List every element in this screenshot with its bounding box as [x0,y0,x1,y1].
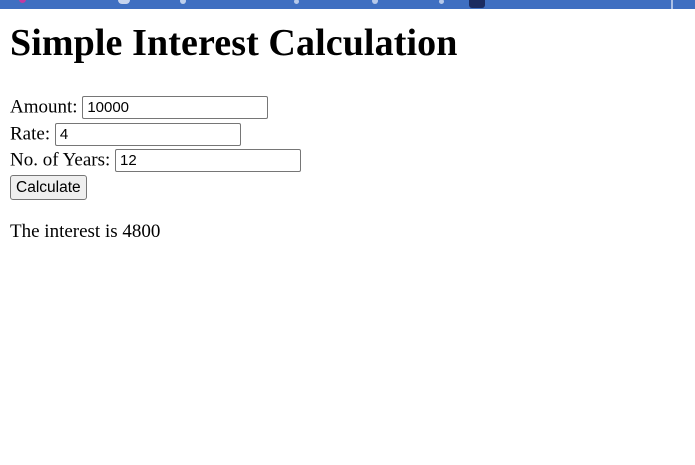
browser-chrome-strip [0,0,695,9]
rate-input[interactable] [54,122,241,146]
years-input[interactable] [115,149,302,173]
result-text: The interest is 4800 [10,220,161,242]
rate-label: Rate: [10,122,51,144]
years-row: No. of Years: [10,147,457,174]
amount-input[interactable] [82,96,269,120]
browser-app-icon [19,0,26,3]
browser-toolbar-icon [439,0,444,4]
rate-row: Rate: [10,121,457,148]
page-content: Simple Interest Calculation Amount: Rate… [10,20,457,244]
interest-form: Amount: Rate: No. of Years: Calculate [10,94,457,200]
page-title: Simple Interest Calculation [10,22,458,64]
button-row: Calculate [10,174,457,200]
calculate-button[interactable]: Calculate [10,175,87,200]
amount-row: Amount: [10,94,457,121]
browser-divider [671,0,673,9]
browser-tab-icon [118,0,130,4]
browser-toolbar-icon [180,0,186,4]
amount-label: Amount: [10,96,78,118]
browser-extension-icon [469,0,485,8]
years-label: No. of Years: [10,149,111,171]
browser-toolbar-icon [372,0,378,4]
browser-toolbar-icon [294,0,299,4]
